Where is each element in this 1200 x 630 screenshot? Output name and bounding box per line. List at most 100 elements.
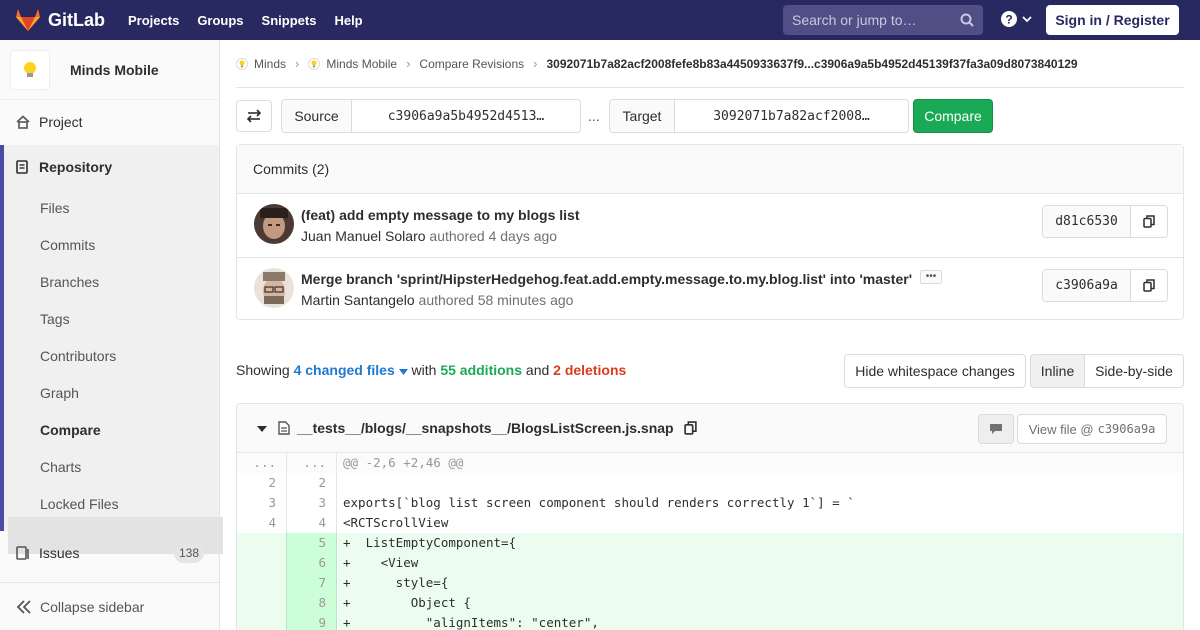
file-icon (278, 421, 290, 435)
commit-sha-link[interactable]: c3906a9a (1043, 270, 1131, 301)
view-file-button[interactable]: View file @ c3906a9a (1017, 414, 1167, 444)
old-line-number[interactable] (237, 613, 287, 630)
changed-files-dropdown[interactable]: 4 changed files (294, 362, 408, 378)
compare-button[interactable]: Compare (913, 99, 993, 133)
help-dropdown[interactable]: ? (1001, 11, 1033, 27)
breadcrumb-item[interactable]: Compare Revisions (419, 57, 524, 71)
diff-code: + ListEmptyComponent={ (338, 533, 1183, 553)
new-line-number[interactable]: ... (287, 453, 337, 473)
toggle-comments-button[interactable] (978, 414, 1014, 444)
copy-path-icon[interactable] (684, 421, 697, 435)
commit-sha-group: c3906a9a (1042, 269, 1168, 302)
old-line-number[interactable] (237, 573, 287, 593)
old-line-number[interactable]: 2 (237, 473, 287, 493)
project-avatar (10, 49, 50, 90)
chevron-right-icon: › (295, 56, 300, 71)
source-ref-dropdown[interactable]: c3906a9a5b4952d4513… (352, 100, 580, 132)
old-line-number[interactable] (237, 593, 287, 613)
old-line-number[interactable]: ... (237, 453, 287, 473)
search-icon (960, 13, 974, 27)
new-line-number[interactable]: 4 (287, 513, 337, 533)
collapse-sidebar-button[interactable]: Collapse sidebar (0, 582, 219, 630)
old-line-number[interactable] (237, 553, 287, 573)
breadcrumb-item[interactable]: Minds (236, 57, 286, 71)
collapse-caret-icon[interactable] (257, 426, 267, 432)
new-line-number[interactable]: 2 (287, 473, 337, 493)
sidebar-subitem-locked-files[interactable]: Locked Files (40, 496, 119, 512)
gitlab-logo-icon (16, 9, 40, 31)
target-ref-group: Target 3092071b7a82acf2008… (609, 99, 909, 133)
copy-icon (1143, 215, 1155, 228)
new-line-number[interactable]: 9 (287, 613, 337, 630)
gitlab-home-link[interactable]: GitLab (16, 9, 105, 31)
new-line-number[interactable]: 3 (287, 493, 337, 513)
additions-count: 55 additions (440, 362, 523, 378)
copy-sha-button[interactable] (1131, 206, 1167, 237)
author-avatar[interactable] (254, 268, 294, 308)
commit-author-link[interactable]: Martin Santangelo (301, 292, 415, 308)
sidebar-item-project[interactable]: Project (0, 112, 219, 132)
file-path-link[interactable]: __tests__/blogs/__snapshots__/BlogsListS… (297, 420, 674, 436)
sidebar-subitem-commits[interactable]: Commits (40, 237, 95, 253)
old-line-number[interactable] (237, 533, 287, 553)
search-input[interactable]: Search or jump to… (783, 5, 983, 35)
expand-message-button[interactable]: ••• (920, 270, 942, 284)
sidebar-item-issues[interactable]: Issues 138 (0, 543, 219, 563)
sidebar-subitem-branches[interactable]: Branches (40, 274, 99, 290)
sidebar-item-repository[interactable]: Repository (0, 157, 219, 177)
commit-author-link[interactable]: Juan Manuel Solaro (301, 228, 426, 244)
new-line-number[interactable]: 8 (287, 593, 337, 613)
gitlab-brand-text: GitLab (48, 9, 105, 30)
new-line-number[interactable]: 5 (287, 533, 337, 553)
commit-title-link[interactable]: (feat) add empty message to my blogs lis… (301, 207, 580, 223)
breadcrumb: Minds › Minds Mobile › Compare Revisions… (236, 40, 1184, 88)
swap-arrows-icon (246, 109, 262, 123)
view-file-sha: c3906a9a (1097, 422, 1156, 436)
changed-files-label: 4 changed files (293, 362, 395, 378)
collapse-sidebar-label: Collapse sidebar (40, 598, 145, 615)
diff-line: 5 + ListEmptyComponent={ (237, 533, 1183, 553)
commit-row: Merge branch 'sprint/HipsterHedgehog.fea… (237, 257, 1183, 320)
hide-whitespace-button[interactable]: Hide whitespace changes (844, 354, 1026, 388)
old-line-number[interactable]: 4 (237, 513, 287, 533)
chevron-right-icon: › (406, 56, 411, 71)
sidebar-subitem-compare[interactable]: Compare (40, 422, 101, 438)
comment-icon (990, 424, 1002, 434)
source-label: Source (282, 100, 352, 132)
commit-sha-link[interactable]: d81c6530 (1043, 206, 1131, 237)
sidebar-project-header[interactable]: Minds Mobile (0, 40, 219, 100)
side-by-side-view-toggle[interactable]: Side-by-side (1084, 354, 1184, 388)
sidebar-subitem-tags[interactable]: Tags (40, 311, 70, 327)
nav-groups[interactable]: Groups (197, 13, 243, 28)
nav-help[interactable]: Help (334, 13, 362, 28)
sign-in-button[interactable]: Sign in / Register (1046, 5, 1179, 35)
commit-meta: Martin Santangelo authored 58 minutes ag… (301, 292, 573, 308)
author-avatar[interactable] (254, 204, 294, 244)
diff-line: ...... @@ -2,6 +2,46 @@ (237, 453, 1183, 473)
and-label: and (525, 362, 550, 378)
inline-view-toggle[interactable]: Inline (1030, 354, 1085, 388)
copy-sha-button[interactable] (1131, 270, 1167, 301)
home-icon (16, 115, 30, 129)
sidebar-subitem-contributors[interactable]: Contributors (40, 348, 116, 364)
svg-text:?: ? (1005, 13, 1012, 27)
sidebar-subitem-files[interactable]: Files (40, 200, 70, 216)
new-line-number[interactable]: 6 (287, 553, 337, 573)
breadcrumb-current[interactable]: 3092071b7a82acf2008fefe8b83a4450933637f9… (546, 57, 1077, 71)
sidebar-subitem-graph[interactable]: Graph (40, 385, 79, 401)
target-ref-dropdown[interactable]: 3092071b7a82acf2008… (675, 100, 908, 132)
commit-time: 4 days ago (488, 228, 558, 244)
sidebar-item-label: Repository (39, 159, 113, 175)
commits-heading: Commits (2) (237, 145, 1183, 194)
new-line-number[interactable]: 7 (287, 573, 337, 593)
chevron-down-icon (1022, 16, 1032, 23)
breadcrumb-item[interactable]: Minds Mobile (308, 57, 397, 71)
top-navbar: GitLab Projects Groups Snippets Help Sea… (0, 0, 1200, 40)
sidebar-subitem-charts[interactable]: Charts (40, 459, 81, 475)
diff-line: 9 + "alignItems": "center", (237, 613, 1183, 630)
nav-snippets[interactable]: Snippets (262, 13, 317, 28)
swap-revisions-button[interactable] (236, 100, 272, 132)
commit-title-link[interactable]: Merge branch 'sprint/HipsterHedgehog.fea… (301, 271, 912, 287)
old-line-number[interactable]: 3 (237, 493, 287, 513)
nav-projects[interactable]: Projects (128, 13, 179, 28)
